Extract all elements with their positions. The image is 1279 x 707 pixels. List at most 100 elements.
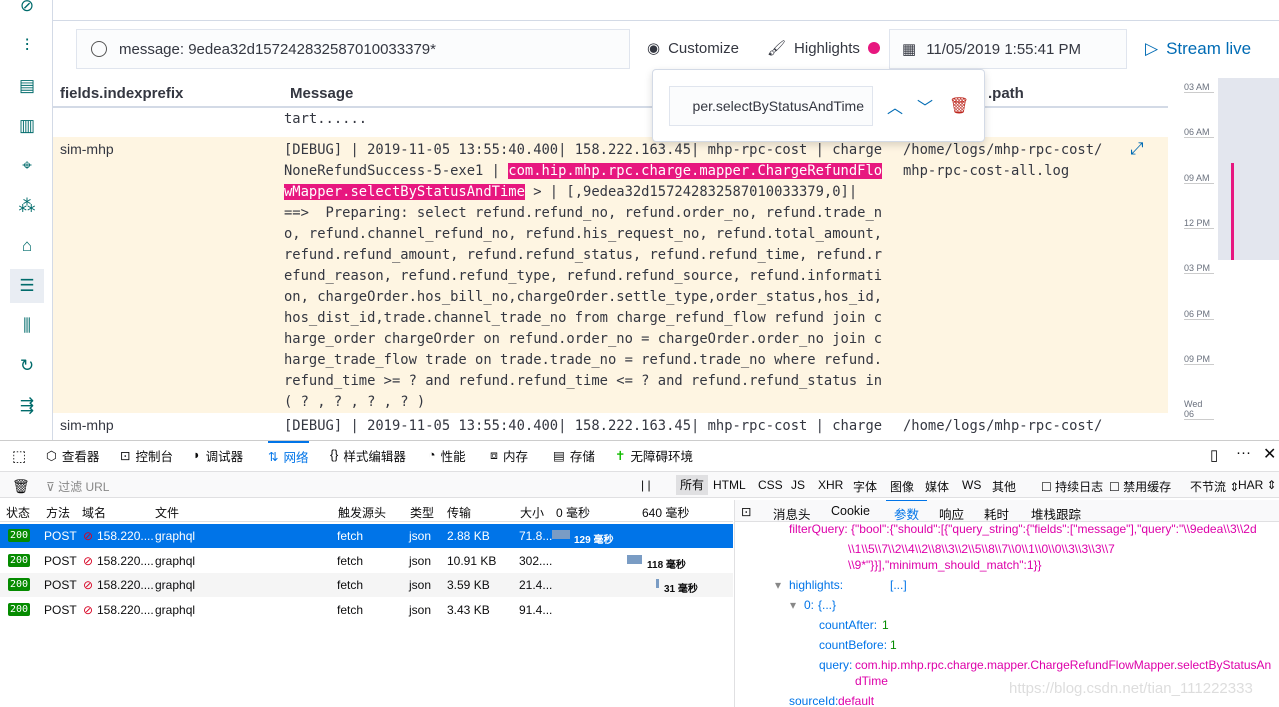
insecure-lock-icon: ⊘ xyxy=(83,529,94,543)
request-file: graphql xyxy=(155,553,196,568)
responsive-icon[interactable]: ▯ xyxy=(1210,446,1218,464)
timing-bar xyxy=(656,579,659,588)
request-row[interactable]: 200 POST ⊘ 158.220.... graphql fetch json 10.91… xyxy=(0,548,733,573)
timing-bar xyxy=(552,530,570,539)
status-badge: 200 xyxy=(8,529,31,542)
customize-button[interactable]: ◉ Customize xyxy=(647,39,739,58)
pause-icon[interactable]: | | xyxy=(641,478,651,492)
toggle-sidebar-icon[interactable]: ⊡ xyxy=(741,504,751,519)
stream-live-button[interactable]: ▷ Stream live xyxy=(1145,39,1251,59)
minimap-highlight-region xyxy=(1218,78,1279,260)
table-header: fields.indexprefix Message .path xyxy=(53,78,1168,108)
detail-tab[interactable]: 耗时 xyxy=(984,504,1009,523)
trash-icon[interactable]: 🗑 xyxy=(12,478,30,495)
trash-icon[interactable]: 🗑 xyxy=(949,96,969,116)
sidebar-ml-icon[interactable]: ⁂ xyxy=(14,193,40,219)
persist-log-checkbox[interactable]: ☐ 持续日志 xyxy=(1041,478,1103,495)
more-icon[interactable]: ··· xyxy=(1236,444,1251,461)
request-transferred: 3.59 KB xyxy=(447,578,490,592)
request-method: POST xyxy=(44,553,77,568)
devtools-tab[interactable]: ⊡ 控制台 xyxy=(120,441,173,469)
request-domain: 158.220.... xyxy=(97,602,154,617)
table-row[interactable]: sim-mhp [DEBUG] | 2019-11-05 13:55:40.400… xyxy=(53,137,1168,413)
sidebar-infrastructure-icon[interactable]: ⌂ xyxy=(14,233,40,259)
detail-tab[interactable]: 堆栈跟踪 xyxy=(1031,504,1081,523)
detail-tab[interactable]: Cookie xyxy=(831,504,870,518)
timeline-label: 12 PM xyxy=(1184,218,1214,229)
column-header[interactable]: 文件 xyxy=(155,504,179,521)
table-row[interactable]: tart...... xyxy=(53,106,1168,133)
request-cause: fetch xyxy=(337,602,364,617)
devtools-tab[interactable]: ⇅ 网络 xyxy=(268,441,309,469)
type-filter[interactable]: XHR xyxy=(818,478,843,492)
sidebar-discover-icon[interactable]: ⊘ xyxy=(14,0,40,19)
type-filter[interactable]: CSS xyxy=(758,478,783,492)
devtools-tab[interactable]: ⧈ 内存 xyxy=(490,441,528,469)
type-filter[interactable]: HTML xyxy=(713,478,746,492)
expand-toggle-icon[interactable]: ▾ xyxy=(775,578,781,592)
sidebar-uptime-icon[interactable]: ↻ xyxy=(14,353,40,379)
request-row[interactable]: 200 POST ⊘ 158.220.... graphql fetch json 3.59 … xyxy=(0,573,733,597)
sidebar-apm-icon[interactable]: ⫼ xyxy=(14,313,40,339)
picker-icon[interactable]: ⬚ xyxy=(12,447,26,465)
type-filter[interactable]: 媒体 xyxy=(925,478,949,495)
devtools-tab[interactable]: ◔ 性能 xyxy=(428,441,466,469)
message-line: wMapper.selectByStatusAndTime > | [,9ede… xyxy=(284,182,882,203)
column-header[interactable]: 大小 xyxy=(520,504,544,521)
throttle-select[interactable]: 不节流 ⇕ xyxy=(1190,478,1239,495)
log-minimap[interactable]: 03 AM 06 AM 09 AM 12 PM 03 PM 06 PM 09 PM Wed 0… xyxy=(1168,78,1279,440)
close-icon[interactable]: ✕ xyxy=(1263,444,1276,464)
date-picker[interactable]: ▦ 11/05/2019 1:55:41 PM xyxy=(889,29,1127,69)
column-header[interactable]: 类型 xyxy=(410,504,434,521)
chevron-down-icon[interactable]: ﹀ xyxy=(917,94,933,118)
sidebar-maps-icon[interactable]: ⌖ xyxy=(14,153,40,179)
type-filter[interactable]: 图像 xyxy=(890,478,914,495)
sidebar-logs-icon[interactable]: ☰ xyxy=(10,269,44,303)
tab-label: 存储 xyxy=(569,449,595,464)
column-header[interactable]: 640 毫秒 xyxy=(642,504,689,521)
har-menu[interactable]: HAR ⇕ xyxy=(1238,478,1277,492)
type-filter[interactable]: WS xyxy=(962,478,981,492)
message-line: refund_time >= ? and refund.refund_time … xyxy=(284,371,882,392)
play-icon: ▷ xyxy=(1145,39,1159,58)
table-row[interactable]: sim-mhp [DEBUG] | 2019-11-05 13:55:40.400… xyxy=(53,413,1168,440)
highlight-term-input[interactable] xyxy=(669,86,873,126)
devtools-tab[interactable]: {} 样式编辑器 xyxy=(330,441,406,469)
devtools-tab[interactable]: ▤ 存储 xyxy=(553,441,595,469)
column-header[interactable]: 方法 xyxy=(46,504,70,521)
sidebar-canvas-icon[interactable]: ▥ xyxy=(14,113,40,139)
column-header[interactable]: 触发源头 xyxy=(338,504,386,521)
insecure-lock-icon: ⊘ xyxy=(83,553,94,568)
type-filter[interactable]: 其他 xyxy=(992,478,1016,495)
type-filter[interactable]: JS xyxy=(791,478,805,492)
search-input[interactable]: message: 9edea32d157242832587010033379* xyxy=(76,29,630,69)
sidebar-dev-tools-icon[interactable]: ⇶ xyxy=(14,393,40,419)
detail-tab[interactable]: 参数 xyxy=(886,500,928,523)
expand-toggle-icon[interactable]: ▾ xyxy=(790,598,796,612)
column-header[interactable]: 状态 xyxy=(6,504,30,521)
type-filter[interactable]: 所有 xyxy=(676,475,709,495)
devtools-tab[interactable]: ◗ 调试器 xyxy=(193,441,243,469)
column-header[interactable]: 0 毫秒 xyxy=(556,504,590,521)
request-row[interactable]: 200 POST ⊘ 158.220.... graphql fetch json 2.88 … xyxy=(0,524,733,548)
type-filter[interactable]: 字体 xyxy=(853,478,877,495)
devtools-tab[interactable]: ⬡ 查看器 xyxy=(46,441,99,469)
request-transferred: 10.91 KB xyxy=(447,553,497,568)
param-key: [...] xyxy=(890,578,907,592)
devtools-tab[interactable]: ✝ 无障碍环境 xyxy=(615,441,693,469)
detail-tab[interactable]: 消息头 xyxy=(773,504,811,523)
tab-icon: ⊡ xyxy=(120,448,131,463)
detail-tab[interactable]: 响应 xyxy=(939,504,964,523)
chevron-up-icon[interactable]: ︿ xyxy=(887,94,903,118)
sidebar-visualize-icon[interactable]: ⫶ xyxy=(14,33,40,59)
column-header[interactable]: 传输 xyxy=(447,504,471,521)
expand-icon[interactable]: ⤢ xyxy=(1130,139,1144,159)
param-key: query: xyxy=(819,658,853,672)
request-type: json xyxy=(409,529,432,543)
highlights-button[interactable]: 🖌 Highlights xyxy=(767,39,880,57)
sidebar-dashboard-icon[interactable]: ▤ xyxy=(14,73,40,99)
filter-url-input[interactable]: ⊽ 过滤 URL xyxy=(46,478,109,495)
request-row[interactable]: 200 POST ⊘ 158.220.... graphql fetch json 3.43 … xyxy=(0,597,733,622)
disable-cache-checkbox[interactable]: ☐ 禁用缓存 xyxy=(1109,478,1171,495)
column-header[interactable]: 域名 xyxy=(82,504,106,521)
